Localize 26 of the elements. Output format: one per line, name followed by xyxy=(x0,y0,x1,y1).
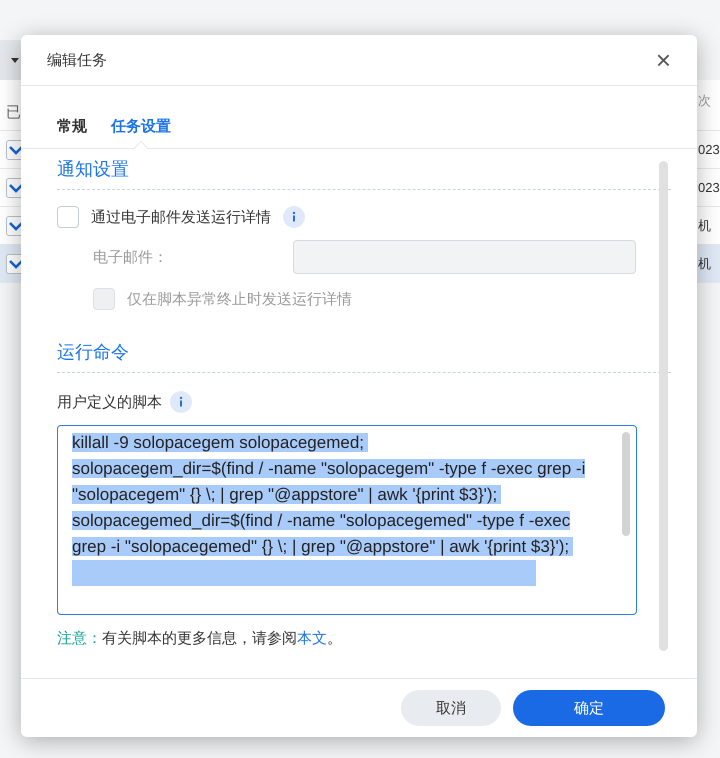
column-header: 次 xyxy=(698,92,711,110)
table-cell: 023 xyxy=(698,142,720,157)
checkbox-label: 仅在脚本异常终止时发送运行详情 xyxy=(127,290,352,308)
scrollbar[interactable] xyxy=(622,432,630,536)
section-heading: 通知设置 xyxy=(57,159,129,179)
note-text: 注意：有关脚本的更多信息，请参阅本文。 xyxy=(57,629,343,648)
field-label: 用户定义的脚本 xyxy=(57,392,162,412)
column-header: 已 xyxy=(6,103,21,122)
table-cell: 023 xyxy=(698,180,720,195)
field-label: 电子邮件： xyxy=(93,248,169,266)
info-icon[interactable] xyxy=(170,391,192,413)
caret-icon[interactable] xyxy=(11,58,19,62)
scrollbar[interactable] xyxy=(659,161,668,651)
close-button[interactable]: × xyxy=(656,47,671,73)
article-link[interactable]: 本文 xyxy=(297,630,327,647)
checkbox-label: 通过电子邮件发送运行详情 xyxy=(91,208,271,226)
dialog-title: 编辑任务 xyxy=(47,50,107,70)
table-cell: 机 xyxy=(698,254,711,272)
section-heading: 运行命令 xyxy=(57,342,129,362)
confirm-button[interactable]: 确定 xyxy=(513,690,665,726)
cancel-button[interactable]: 取消 xyxy=(401,690,501,726)
info-icon[interactable] xyxy=(283,206,305,228)
table-cell: 机 xyxy=(698,216,711,234)
checkbox[interactable] xyxy=(57,206,79,228)
tab[interactable]: 常规 xyxy=(45,117,99,148)
script-field[interactable]: killall -9 solopacegem solopacegemed; solopacegem_dir=$(find / -name "solopacegem" -type f -exec grep -i "solopacegem" {} \; | grep "@appstore" | awk '{print $3}'); solopacegemed_dir=$(find / -name "solopacegemed" -type f -exec grep -i "solopacegemed" {} \; | grep "@appstore" | awk '{print $3}'); xyxy=(57,425,637,615)
